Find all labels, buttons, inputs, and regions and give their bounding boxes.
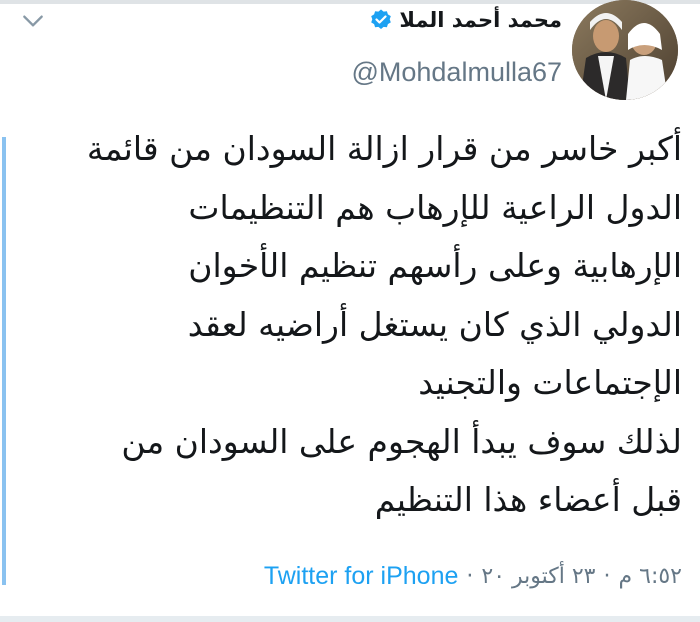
tweet-text: أكبر خاسر من قرار ازالة السودان من قائمة…: [40, 120, 682, 530]
thread-accent-bar: [2, 137, 6, 585]
avatar[interactable]: [572, 0, 678, 100]
tweet-time[interactable]: ٦:٥٢ م: [619, 564, 683, 589]
tweet-source-link[interactable]: Twitter for iPhone: [264, 562, 459, 591]
author-handle[interactable]: @Mohdalmulla67: [351, 57, 562, 88]
avatar-image: [572, 0, 678, 100]
bottom-divider: [0, 616, 700, 622]
tweet-date[interactable]: ٢٣ أكتوبر ٢٠: [481, 564, 595, 589]
tweet-line: الدولي الذي كان يستغل أراضيه لعقد: [187, 304, 683, 344]
verified-badge-icon: [371, 9, 392, 29]
tweet-meta: ٦:٥٢ م · ٢٣ أكتوبر ٢٠ · Twitter for iPho…: [264, 562, 682, 591]
tweet-line: أكبر خاسر من قرار ازالة السودان من قائمة: [86, 129, 682, 168]
tweet-line: الإجتماعات والتجنيد: [418, 363, 682, 402]
chevron-down-icon[interactable]: [20, 8, 46, 34]
author-name-row: محمد أحمد الملا: [351, 5, 562, 35]
tweet-line: الدول الراعية للإرهاب هم التنظيمات: [188, 187, 682, 227]
meta-separator: ·: [466, 564, 474, 589]
tweet-line: الإرهابية وعلى رأسهم تنظيم الأخوان: [188, 246, 682, 285]
meta-separator: ·: [603, 564, 611, 589]
author-display-name[interactable]: محمد أحمد الملا: [399, 8, 562, 32]
tweet-header: محمد أحمد الملا @Mohdalmulla67: [351, 5, 562, 88]
tweet-line: قبل أعضاء هذا التنظيم: [374, 480, 683, 519]
tweet-line: لذلك سوف يبدأ الهجوم على السودان من: [121, 421, 682, 461]
top-strip: [0, 0, 700, 4]
